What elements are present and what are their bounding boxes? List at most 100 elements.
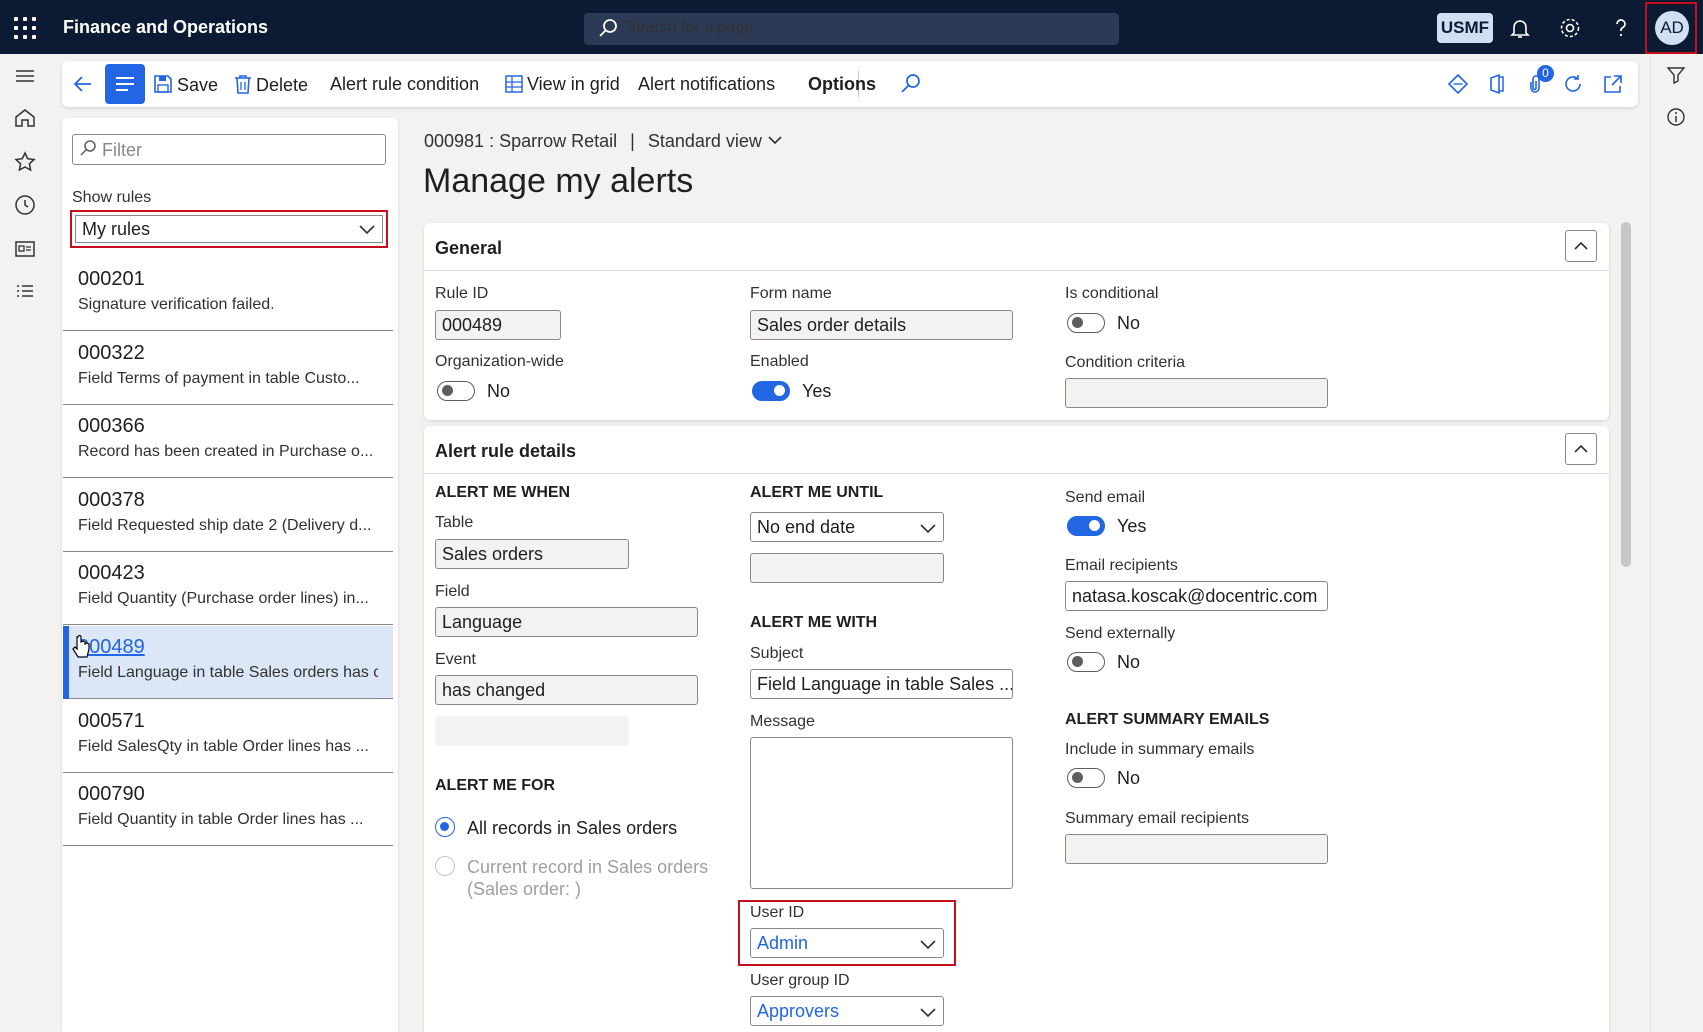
options-tab[interactable]: Options: [808, 74, 876, 95]
event-label: Event: [435, 651, 476, 668]
bell-icon[interactable]: [1508, 16, 1532, 40]
view-selector[interactable]: Standard view: [648, 131, 783, 151]
list-item[interactable]: 000201 Signature verification failed.: [63, 258, 393, 331]
until-date-field[interactable]: [750, 553, 944, 583]
save-button[interactable]: Save: [153, 74, 218, 96]
star-icon[interactable]: [13, 150, 37, 174]
avatar[interactable]: AD: [1655, 11, 1689, 45]
list-item[interactable]: 000790 Field Quantity in table Order lin…: [63, 773, 393, 846]
org-wide-toggle[interactable]: [437, 381, 475, 401]
home-icon[interactable]: [13, 106, 37, 130]
form-name-field[interactable]: Sales order details: [750, 310, 1013, 340]
include-summary-toggle[interactable]: [1067, 768, 1105, 788]
clock-icon[interactable]: [13, 193, 37, 217]
breadcrumb-separator: |: [630, 131, 635, 151]
alert-rule-condition-button[interactable]: Alert rule condition: [330, 74, 479, 95]
list-icon[interactable]: [13, 280, 37, 304]
summary-recipients-field[interactable]: [1065, 834, 1328, 864]
all-records-radio[interactable]: [435, 817, 455, 837]
menu-icon[interactable]: [13, 64, 37, 88]
list-item[interactable]: 000423 Field Quantity (Purchase order li…: [63, 552, 393, 625]
rule-id: 000201: [78, 268, 145, 290]
main-scrollbar[interactable]: [1621, 222, 1631, 567]
filter-icon[interactable]: [1665, 64, 1687, 86]
event-field[interactable]: has changed: [435, 675, 698, 705]
field-field[interactable]: Language: [435, 607, 698, 637]
info-icon[interactable]: [1665, 106, 1687, 128]
collapse-general-button[interactable]: [1565, 230, 1597, 262]
rule-description: Record has been created in Purchase o...: [78, 443, 374, 460]
company-picker[interactable]: USMF: [1437, 13, 1493, 43]
back-arrow-icon[interactable]: [71, 72, 95, 96]
form-view-button[interactable]: [105, 64, 145, 104]
breadcrumb-record: 000981 : Sparrow Retail: [424, 131, 618, 151]
list-item[interactable]: 000378 Field Requested ship date 2 (Deli…: [63, 479, 393, 552]
send-externally-toggle[interactable]: [1067, 652, 1105, 672]
search-input[interactable]: Search for a page: [584, 13, 1119, 45]
app-launcher-icon[interactable]: [14, 17, 36, 39]
app-title[interactable]: Finance and Operations: [63, 17, 268, 38]
alert-rule-details-header[interactable]: Alert rule details: [435, 441, 576, 462]
is-conditional-label: Is conditional: [1065, 285, 1159, 302]
rule-id: 000571: [78, 710, 145, 732]
chevron-up-icon: [1574, 444, 1588, 453]
rule-description: Signature verification failed.: [78, 296, 275, 313]
list-item[interactable]: 000322 Field Terms of payment in table C…: [63, 332, 393, 405]
office-icon[interactable]: [1486, 73, 1508, 95]
page-title: Manage my alerts: [423, 162, 694, 200]
gear-icon[interactable]: [1558, 16, 1582, 40]
rule-id: 000366: [78, 415, 145, 437]
list-item-selected[interactable]: 000489 Field Language in table Sales ord…: [63, 626, 393, 699]
help-icon[interactable]: [1609, 16, 1633, 40]
power-apps-icon[interactable]: [1447, 73, 1469, 95]
is-conditional-toggle[interactable]: [1067, 313, 1105, 333]
show-rules-dropdown[interactable]: My rules: [75, 215, 383, 243]
current-record-radio[interactable]: [435, 856, 455, 876]
chevron-down-icon: [359, 225, 375, 235]
alert-me-until-heading: ALERT ME UNTIL: [750, 484, 884, 501]
rule-description: Field Quantity (Purchase order lines) in…: [78, 590, 369, 607]
general-header[interactable]: General: [435, 238, 502, 259]
trash-icon: [235, 75, 251, 94]
table-field[interactable]: Sales orders: [435, 539, 629, 569]
user-id-dropdown[interactable]: Admin: [750, 928, 944, 958]
filter-input[interactable]: Filter: [72, 134, 386, 165]
user-id-value: Admin: [757, 933, 809, 953]
action-search-icon[interactable]: [900, 73, 922, 95]
show-rules-label: Show rules: [72, 189, 152, 206]
lines-icon: [116, 77, 134, 91]
view-in-grid-button[interactable]: View in grid: [505, 74, 620, 95]
user-group-dropdown[interactable]: Approvers: [750, 996, 944, 1026]
condition-criteria-field[interactable]: [1065, 378, 1328, 408]
email-recipients-label: Email recipients: [1065, 557, 1178, 574]
list-item[interactable]: 000366 Record has been created in Purcha…: [63, 405, 393, 478]
collapse-details-button[interactable]: [1565, 433, 1597, 465]
section-divider: [424, 270, 1609, 271]
workspace-icon[interactable]: [13, 237, 37, 261]
current-record-sublabel: (Sales order: ): [467, 879, 582, 899]
enabled-label: Enabled: [750, 353, 809, 370]
list-item[interactable]: 000571 Field SalesQty in table Order lin…: [63, 700, 393, 773]
refresh-icon[interactable]: [1562, 73, 1584, 95]
field-label: Field: [435, 583, 470, 600]
until-dropdown[interactable]: No end date: [750, 512, 944, 542]
hand-cursor-icon: [72, 635, 90, 658]
email-recipients-field[interactable]: natasa.koscak@docentric.com: [1065, 581, 1328, 611]
org-wide-label: Organization-wide: [435, 353, 564, 370]
breadcrumb: 000981 : Sparrow Retail | Standard view: [424, 131, 783, 152]
open-new-window-icon[interactable]: [1602, 73, 1624, 95]
include-summary-label: Include in summary emails: [1065, 741, 1255, 758]
event-extra-field[interactable]: [435, 716, 629, 746]
message-textarea[interactable]: [750, 737, 1013, 889]
enabled-toggle[interactable]: [752, 381, 790, 401]
subject-field[interactable]: Field Language in table Sales ...: [750, 669, 1013, 699]
chevron-down-icon: [920, 1008, 936, 1018]
send-email-toggle[interactable]: [1067, 516, 1105, 536]
alert-me-with-heading: ALERT ME WITH: [750, 614, 878, 631]
chevron-up-icon: [1574, 241, 1588, 250]
general-section: General Rule ID 000489 Form name Sales o…: [424, 223, 1609, 420]
alert-notifications-button[interactable]: Alert notifications: [638, 74, 775, 95]
rule-id-field[interactable]: 000489: [435, 310, 561, 340]
table-label: Table: [435, 514, 474, 531]
delete-button[interactable]: Delete: [234, 74, 308, 96]
